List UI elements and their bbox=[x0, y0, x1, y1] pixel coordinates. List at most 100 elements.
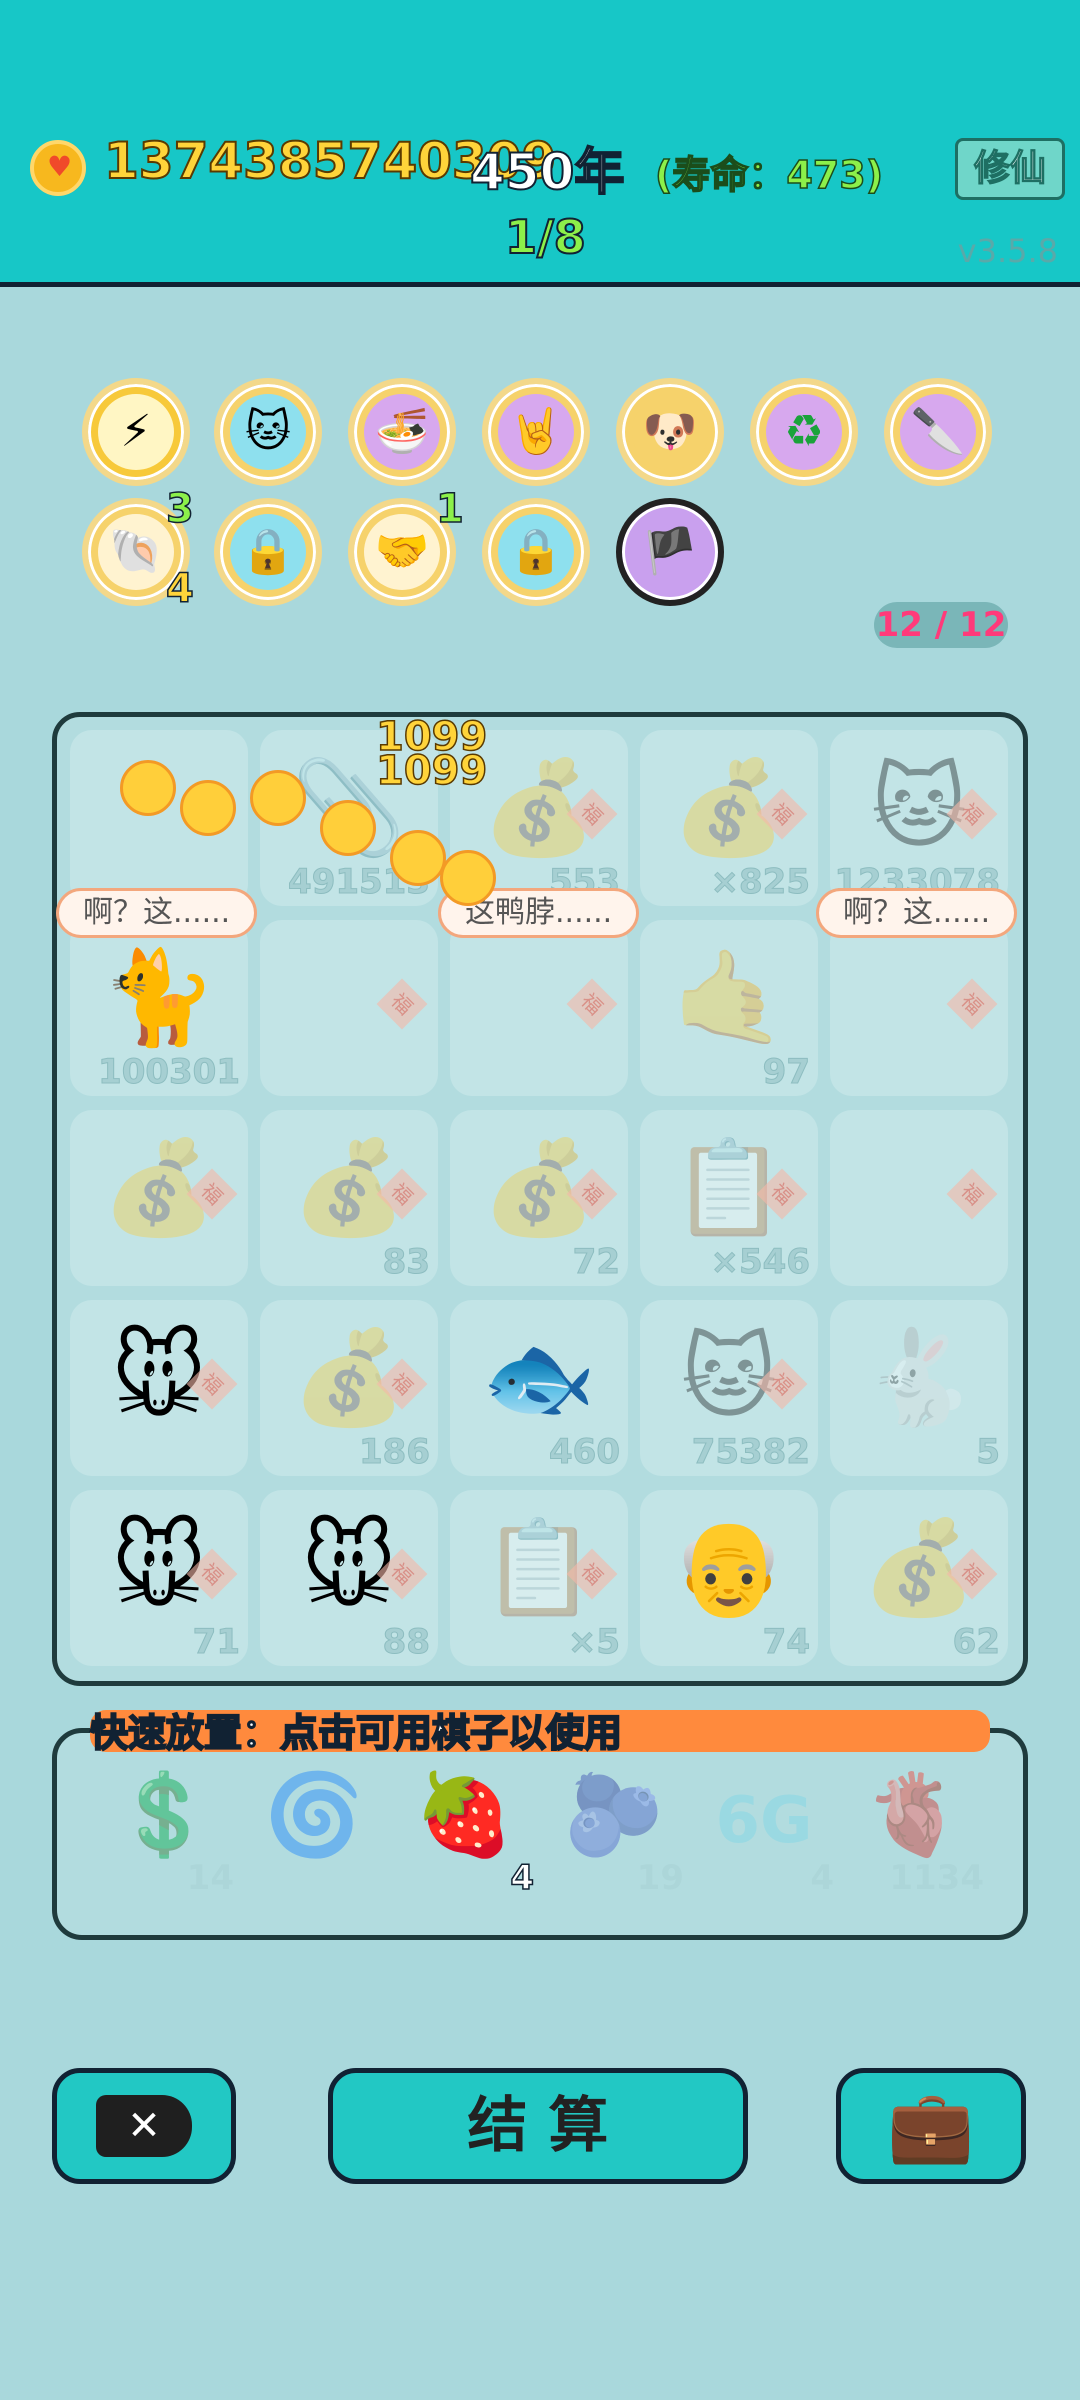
close-icon: ✕ bbox=[96, 2095, 192, 2157]
cell-count: 100301 bbox=[98, 1052, 241, 1093]
skill-badge: 3 bbox=[165, 485, 194, 533]
cell-count: 75382 bbox=[691, 1432, 810, 1473]
board-cell[interactable]: 🤙 97 bbox=[640, 920, 818, 1096]
board-cell[interactable]: 💰 福 186 bbox=[260, 1300, 438, 1476]
slot-counter: 12 / 12 bbox=[874, 602, 1008, 648]
skill-slot[interactable]: 🔒 bbox=[482, 498, 590, 606]
hand-6g-icon: 🤙 bbox=[671, 944, 787, 1051]
6g-icon: 6G bbox=[715, 1784, 813, 1858]
blueberry-icon: 🫐 bbox=[564, 1768, 664, 1861]
board-cell[interactable]: 🐭 福 bbox=[70, 1300, 248, 1476]
skill-slot[interactable]: 🤘 bbox=[482, 378, 590, 486]
cell-count: ×825 bbox=[710, 862, 810, 903]
board-cell[interactable]: 💰 福 62 bbox=[830, 1490, 1008, 1666]
board-cell[interactable]: 🐭 福 71 bbox=[70, 1490, 248, 1666]
exit-button[interactable]: ✕ bbox=[52, 2068, 236, 2184]
shell-icon: 🐚 bbox=[98, 514, 174, 590]
stage-progress: 1/8 bbox=[504, 209, 587, 265]
trap-icon: 🐇 bbox=[861, 1324, 977, 1431]
board-cell[interactable]: 🐈 100301 bbox=[70, 920, 248, 1096]
fu-mark: 福 bbox=[946, 1168, 998, 1220]
board-cell[interactable]: 🐱 福 1233078 bbox=[830, 730, 1008, 906]
board-cell[interactable]: 📋 福 ×546 bbox=[640, 1110, 818, 1286]
skill-slot[interactable]: 🐱 bbox=[214, 378, 322, 486]
rock-hand-icon: 🤘 bbox=[498, 394, 574, 470]
safe-icon: 🔒 bbox=[498, 514, 574, 590]
board-cell[interactable]: 📋 福 ×5 bbox=[450, 1490, 628, 1666]
skill-slot[interactable]: 🍜 bbox=[348, 378, 456, 486]
tray-count: 19 bbox=[636, 1858, 684, 1898]
top-header: 1374385740309 450年 (寿命：473) 修仙 1/8 v3.5.… bbox=[0, 0, 1080, 287]
bag-button[interactable]: 💼 bbox=[836, 2068, 1026, 2184]
tray-count: 1134 bbox=[889, 1858, 984, 1898]
board-cell[interactable]: 🐇 5 bbox=[830, 1300, 1008, 1476]
skill-slot[interactable]: 🔒 bbox=[214, 498, 322, 606]
skill-slot[interactable]: 🏴 bbox=[616, 498, 724, 606]
fu-mark: 福 bbox=[566, 978, 618, 1030]
skill-badge: 1 bbox=[435, 485, 464, 533]
skill-slot[interactable]: 🐶 bbox=[616, 378, 724, 486]
tray-piece[interactable]: 🌀 bbox=[244, 1768, 384, 1888]
skill-slot[interactable]: ⚡ bbox=[82, 378, 190, 486]
year-display: 450年 bbox=[469, 142, 625, 202]
tray-count: 14 bbox=[186, 1858, 234, 1898]
cell-count: 97 bbox=[762, 1052, 810, 1093]
skill-slot[interactable]: ♻ bbox=[750, 378, 858, 486]
cleaver-icon: 🔪 bbox=[900, 394, 976, 470]
cell-count: 88 bbox=[382, 1622, 430, 1663]
board-cell[interactable]: 💰 福 72 bbox=[450, 1110, 628, 1286]
coin-icon bbox=[30, 140, 86, 196]
tray-piece[interactable]: 🍓 4 bbox=[394, 1768, 535, 1899]
eyepatch-icon: 🏴 bbox=[632, 514, 708, 590]
cat-icon: 🐱 bbox=[230, 394, 306, 470]
recycle-icon: ♻ bbox=[766, 394, 842, 470]
cell-count: 186 bbox=[359, 1432, 431, 1473]
bowls-icon: 🍜 bbox=[364, 394, 440, 470]
lifespan-display: (寿命：473) bbox=[654, 152, 884, 198]
lychee-icon: 🍓 bbox=[414, 1768, 514, 1861]
cell-count: ×546 bbox=[710, 1242, 810, 1283]
briefcase-icon: 💼 bbox=[887, 2085, 975, 2167]
cell-count: 62 bbox=[952, 1622, 1000, 1663]
fu-mark: 福 bbox=[376, 978, 428, 1030]
fu-mark: 福 bbox=[946, 978, 998, 1030]
dollar-coin-icon: 💲 bbox=[114, 1768, 214, 1861]
tray-piece[interactable]: 🫐 19 bbox=[544, 1768, 684, 1898]
cell-count: 83 bbox=[382, 1242, 430, 1283]
koi-icon: 🐟 bbox=[481, 1324, 597, 1431]
lychee-cat-icon: 🐈 bbox=[101, 944, 217, 1051]
cell-count: ×5 bbox=[567, 1622, 620, 1663]
settle-button[interactable]: 结 算 bbox=[328, 2068, 748, 2184]
board-cell[interactable]: 福 bbox=[260, 920, 438, 1096]
coin-burst bbox=[120, 740, 500, 906]
dog-pair-icon: 🐶 bbox=[632, 394, 708, 470]
board-cell[interactable]: 🐭 福 88 bbox=[260, 1490, 438, 1666]
board-cell[interactable]: 🐱 福 75382 bbox=[640, 1300, 818, 1476]
tray-piece[interactable]: 6G 4 bbox=[694, 1768, 834, 1898]
cell-count: 72 bbox=[572, 1242, 620, 1283]
board-cell[interactable]: 🐟 460 bbox=[450, 1300, 628, 1476]
xiuxian-button[interactable]: 修仙 bbox=[955, 138, 1065, 200]
tray-count: 4 bbox=[510, 1857, 535, 1899]
skill-slot[interactable]: 🔪 bbox=[884, 378, 992, 486]
tray-piece[interactable]: 🫀 1134 bbox=[844, 1768, 984, 1898]
board-cell[interactable]: 福 bbox=[830, 1110, 1008, 1286]
version-label: v3.5.8 bbox=[957, 232, 1058, 270]
board-cell[interactable]: 福 bbox=[830, 920, 1008, 1096]
quick-place-title: 快速放置：点击可用棋子以使用 bbox=[89, 1710, 623, 1756]
tray-count: 4 bbox=[810, 1858, 834, 1898]
board-cell[interactable]: 💰 福 bbox=[70, 1110, 248, 1286]
cell-count: 71 bbox=[192, 1622, 240, 1663]
board-cell[interactable]: 💰 福 83 bbox=[260, 1110, 438, 1286]
board-cell[interactable]: 福 bbox=[450, 920, 628, 1096]
king-face-icon: 👴 bbox=[671, 1514, 787, 1621]
safe-icon: 🔒 bbox=[230, 514, 306, 590]
cell-count: 74 bbox=[762, 1622, 810, 1663]
handshake-icon: 🤝 bbox=[364, 514, 440, 590]
tray-piece[interactable]: 💲 14 bbox=[94, 1768, 234, 1898]
cell-count: 5 bbox=[976, 1432, 1001, 1473]
lightning-icon: ⚡ bbox=[98, 394, 174, 470]
speech-bubble: 啊？这...... bbox=[816, 888, 1018, 938]
board-cell[interactable]: 👴 74 bbox=[640, 1490, 818, 1666]
board-cell[interactable]: 💰 福 ×825 bbox=[640, 730, 818, 906]
